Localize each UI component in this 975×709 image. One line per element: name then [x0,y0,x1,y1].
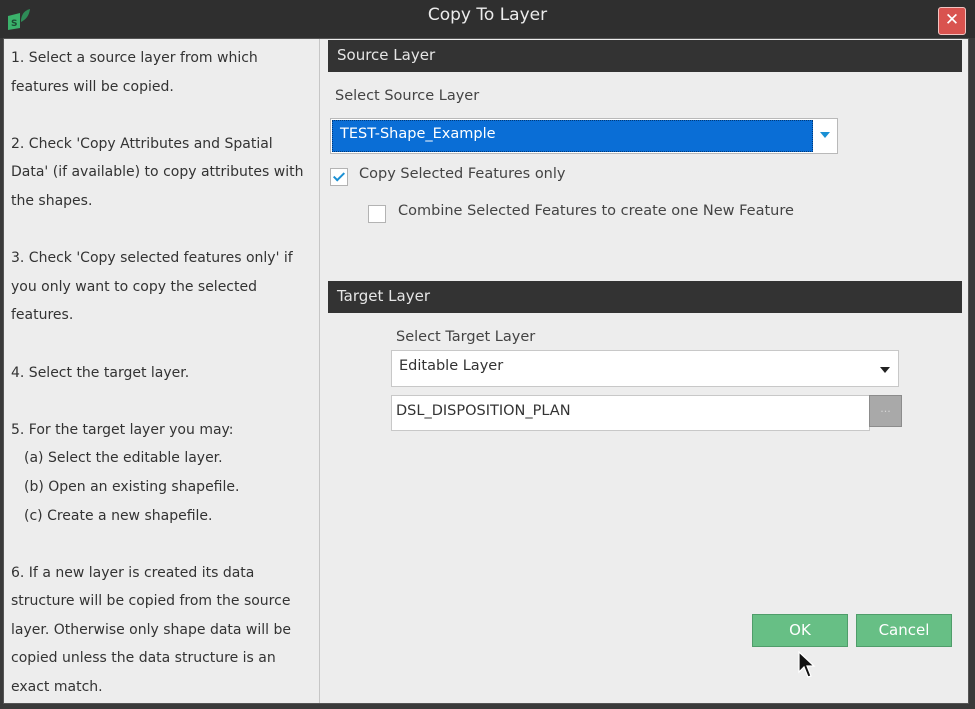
instruction-step-3: 3. Check 'Copy selected features only' i… [11,250,293,324]
instruction-step-5-group: 5. For the target layer you may: (a) Sel… [11,416,313,530]
source-layer-dropdown[interactable]: TEST-Shape_Example [330,118,838,154]
instruction-step-5b: (b) Open an existing shapefile. [24,478,240,495]
combine-features-checkbox[interactable] [368,205,386,223]
browse-button[interactable]: ... [869,395,902,427]
window-title: Copy To Layer [427,5,548,25]
source-layer-header: Source Layer [328,40,962,72]
copy-selected-features-checkbox[interactable] [330,168,348,186]
close-button[interactable]: ✕ [938,7,966,35]
title-bar: S Copy To Layer ✕ [0,0,975,38]
select-source-layer-label: Select Source Layer [335,88,480,104]
target-layer-selected-value: Editable Layer [399,358,504,374]
mouse-pointer-icon [798,651,816,678]
dropdown-arrow-icon[interactable] [820,132,830,138]
source-layer-selected-value: TEST-Shape_Example [332,120,813,152]
instruction-step-5a: (a) Select the editable layer. [24,450,223,467]
target-layer-header: Target Layer [328,281,962,313]
cancel-button[interactable]: Cancel [856,614,952,647]
checkmark-icon [332,169,346,182]
instruction-step-5c: (c) Create a new shapefile. [24,507,213,524]
dropdown-arrow-icon[interactable] [880,367,890,373]
combine-features-label[interactable]: Combine Selected Features to create one … [398,203,794,219]
instruction-step-1: 1. Select a source layer from which feat… [11,50,258,95]
instruction-step-5: 5. For the target layer you may: [11,421,234,438]
instruction-step-2: 2. Check 'Copy Attributes and Spatial Da… [11,135,304,209]
ok-button[interactable]: OK [752,614,848,647]
instructions-panel: 1. Select a source layer from which feat… [4,39,320,703]
dialog-body: 1. Select a source layer from which feat… [3,38,969,704]
target-layer-dropdown[interactable]: Editable Layer [391,350,899,387]
copy-selected-features-label[interactable]: Copy Selected Features only [359,166,565,182]
instruction-step-6: 6. If a new layer is created its data st… [11,564,291,696]
instruction-step-4: 4. Select the target layer. [11,364,190,381]
select-target-layer-label: Select Target Layer [396,329,536,345]
target-layer-path-field[interactable]: DSL_DISPOSITION_PLAN [391,395,870,431]
